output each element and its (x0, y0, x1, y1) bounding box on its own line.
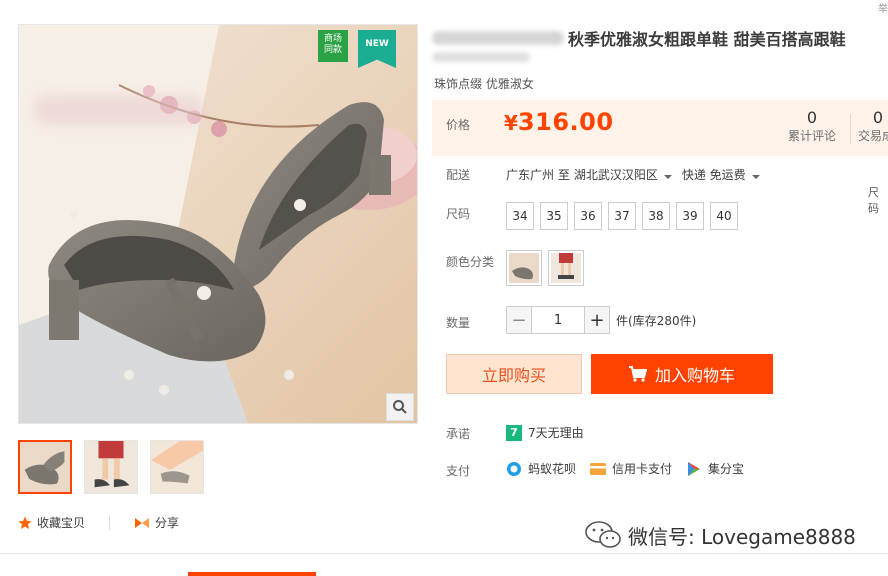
blurred-text (432, 52, 530, 62)
decrease-button[interactable]: − (506, 306, 532, 334)
favorite-button[interactable]: 收藏宝贝 (18, 514, 85, 531)
size-cut-label: 尺码 (868, 186, 879, 215)
reviews-label: 累计评论 (788, 129, 837, 143)
credit-card-icon (590, 462, 607, 475)
actions-bar: 收藏宝贝 分享 (18, 514, 179, 531)
ship-method-select[interactable]: 快递 免运费 (682, 166, 766, 183)
product-subtitle: 珠饰点缀 优雅淑女 (434, 77, 534, 91)
size-option[interactable]: 34 (506, 202, 534, 230)
payment-methods: 蚂蚁花呗 信用卡支付 集分宝 (506, 460, 758, 477)
pay-method-label: 蚂蚁花呗 (528, 462, 577, 476)
trades-stat[interactable]: 0 交易成 (858, 108, 888, 144)
quantity-stepper: − 1 + 件(库存280件) (506, 306, 696, 334)
thumbnail-2-image (85, 441, 137, 493)
bottom-divider (0, 553, 888, 554)
promise-text: 7天无理由 (528, 426, 584, 440)
size-option[interactable]: 39 (676, 202, 704, 230)
active-tab-indicator (188, 572, 316, 576)
color-options (506, 250, 584, 286)
thumbnail-3[interactable] (150, 440, 204, 494)
mall-same-badge: 商场 同款 (318, 30, 348, 62)
chevron-down-icon (663, 175, 672, 179)
color-label: 颜色分类 (446, 255, 495, 269)
price-label: 价格 (446, 118, 471, 132)
price-value: ¥316.00 (504, 108, 614, 136)
increase-button[interactable]: + (584, 306, 610, 334)
share-label: 分享 (155, 516, 180, 530)
pay-method-label: 信用卡支付 (612, 462, 673, 476)
wechat-icon (585, 521, 621, 548)
wechat-watermark: 微信号: Lovegame8888 (584, 520, 856, 550)
chevron-down-icon (751, 175, 760, 179)
thumbnail-1-image (20, 442, 70, 492)
new-badge-text: NEW (365, 39, 389, 49)
huabei-icon (507, 461, 521, 476)
quantity-label: 数量 (446, 316, 471, 330)
reviews-count: 0 (806, 108, 818, 127)
stat-divider (850, 114, 851, 144)
payment-label: 支付 (446, 464, 471, 478)
favorite-label: 收藏宝贝 (37, 516, 86, 530)
color-option-2[interactable] (548, 250, 584, 286)
reviews-stat[interactable]: 0 累计评论 (788, 108, 836, 144)
thumbnail-list (18, 440, 204, 494)
thumbnail-2[interactable] (84, 440, 138, 494)
product-title: 秋季优雅淑女粗跟单鞋 甜美百搭高跟鞋 (568, 30, 846, 49)
corner-cut-text: 举 (878, 4, 888, 15)
ship-to-select[interactable]: 湖北武汉汉阳区 (574, 166, 678, 183)
size-options: 34 35 36 37 38 39 40 (506, 202, 738, 230)
buy-now-button[interactable]: 立即购买 (446, 354, 582, 394)
size-option[interactable]: 36 (574, 202, 602, 230)
title-row: 秋季优雅淑女粗跟单鞋 甜美百搭高跟鞋 (432, 26, 888, 50)
shipping-row: 广东广州 至 湖北武汉汉阳区 快递 免运费 (506, 166, 766, 183)
price-number: 316.00 (517, 108, 614, 136)
price-panel: 价格 ¥316.00 0 累计评论 0 交易成 (432, 100, 888, 156)
actions-divider (109, 515, 111, 530)
ship-from: 广东广州 至 (506, 168, 570, 182)
add-to-cart-button[interactable]: 加入购物车 (591, 354, 773, 394)
product-page: 商场 同款 NEW 收藏宝贝 分享 秋季优雅淑女粗跟单鞋 甜美百搭高跟鞋 珠饰点… (0, 0, 888, 576)
pay-method-label: 集分宝 (708, 462, 745, 476)
buy-now-label: 立即购买 (481, 366, 546, 385)
share-button[interactable]: 分享 (134, 514, 179, 531)
star-icon (18, 516, 32, 529)
color-option-1[interactable] (506, 250, 542, 286)
mall-same-badge-text: 商场 同款 (323, 34, 342, 55)
zoom-button[interactable] (386, 393, 414, 421)
pay-credit-card[interactable]: 信用卡支付 (590, 460, 672, 477)
thumbnail-1[interactable] (18, 440, 72, 494)
size-option[interactable]: 35 (540, 202, 568, 230)
share-icon (135, 517, 150, 528)
pay-jifenbao[interactable]: 集分宝 (686, 460, 744, 477)
main-product-image[interactable] (18, 24, 418, 424)
trades-label: 交易成 (858, 129, 888, 143)
pay-huabei[interactable]: 蚂蚁花呗 (506, 460, 576, 477)
stock-text: 件(库存280件) (616, 313, 697, 328)
magnifier-icon (393, 400, 407, 414)
size-option[interactable]: 37 (608, 202, 636, 230)
jifenbao-icon (688, 461, 701, 476)
size-option[interactable]: 38 (642, 202, 670, 230)
ship-to: 湖北武汉汉阳区 (573, 168, 658, 182)
currency-symbol: ¥ (504, 111, 518, 135)
color-swatch-image (509, 253, 539, 283)
ship-method: 快递 免运费 (681, 168, 746, 182)
promise-row[interactable]: 7 7天无理由 (506, 424, 584, 441)
add-to-cart-label: 加入购物车 (654, 366, 735, 385)
color-swatch-image (551, 253, 581, 283)
watermark-text: 微信号: Lovegame8888 (628, 524, 856, 549)
thumbnail-3-image (151, 441, 203, 493)
blurred-brand (432, 31, 564, 45)
size-option[interactable]: 40 (710, 202, 738, 230)
shoe-photo (19, 25, 417, 423)
quantity-input[interactable]: 1 (532, 306, 584, 334)
size-label: 尺码 (446, 207, 471, 221)
trades-count: 0 (872, 108, 884, 127)
seven-day-icon: 7 (506, 424, 522, 441)
cart-icon (628, 366, 647, 382)
shipping-label: 配送 (446, 168, 471, 182)
promise-label: 承诺 (446, 427, 471, 441)
